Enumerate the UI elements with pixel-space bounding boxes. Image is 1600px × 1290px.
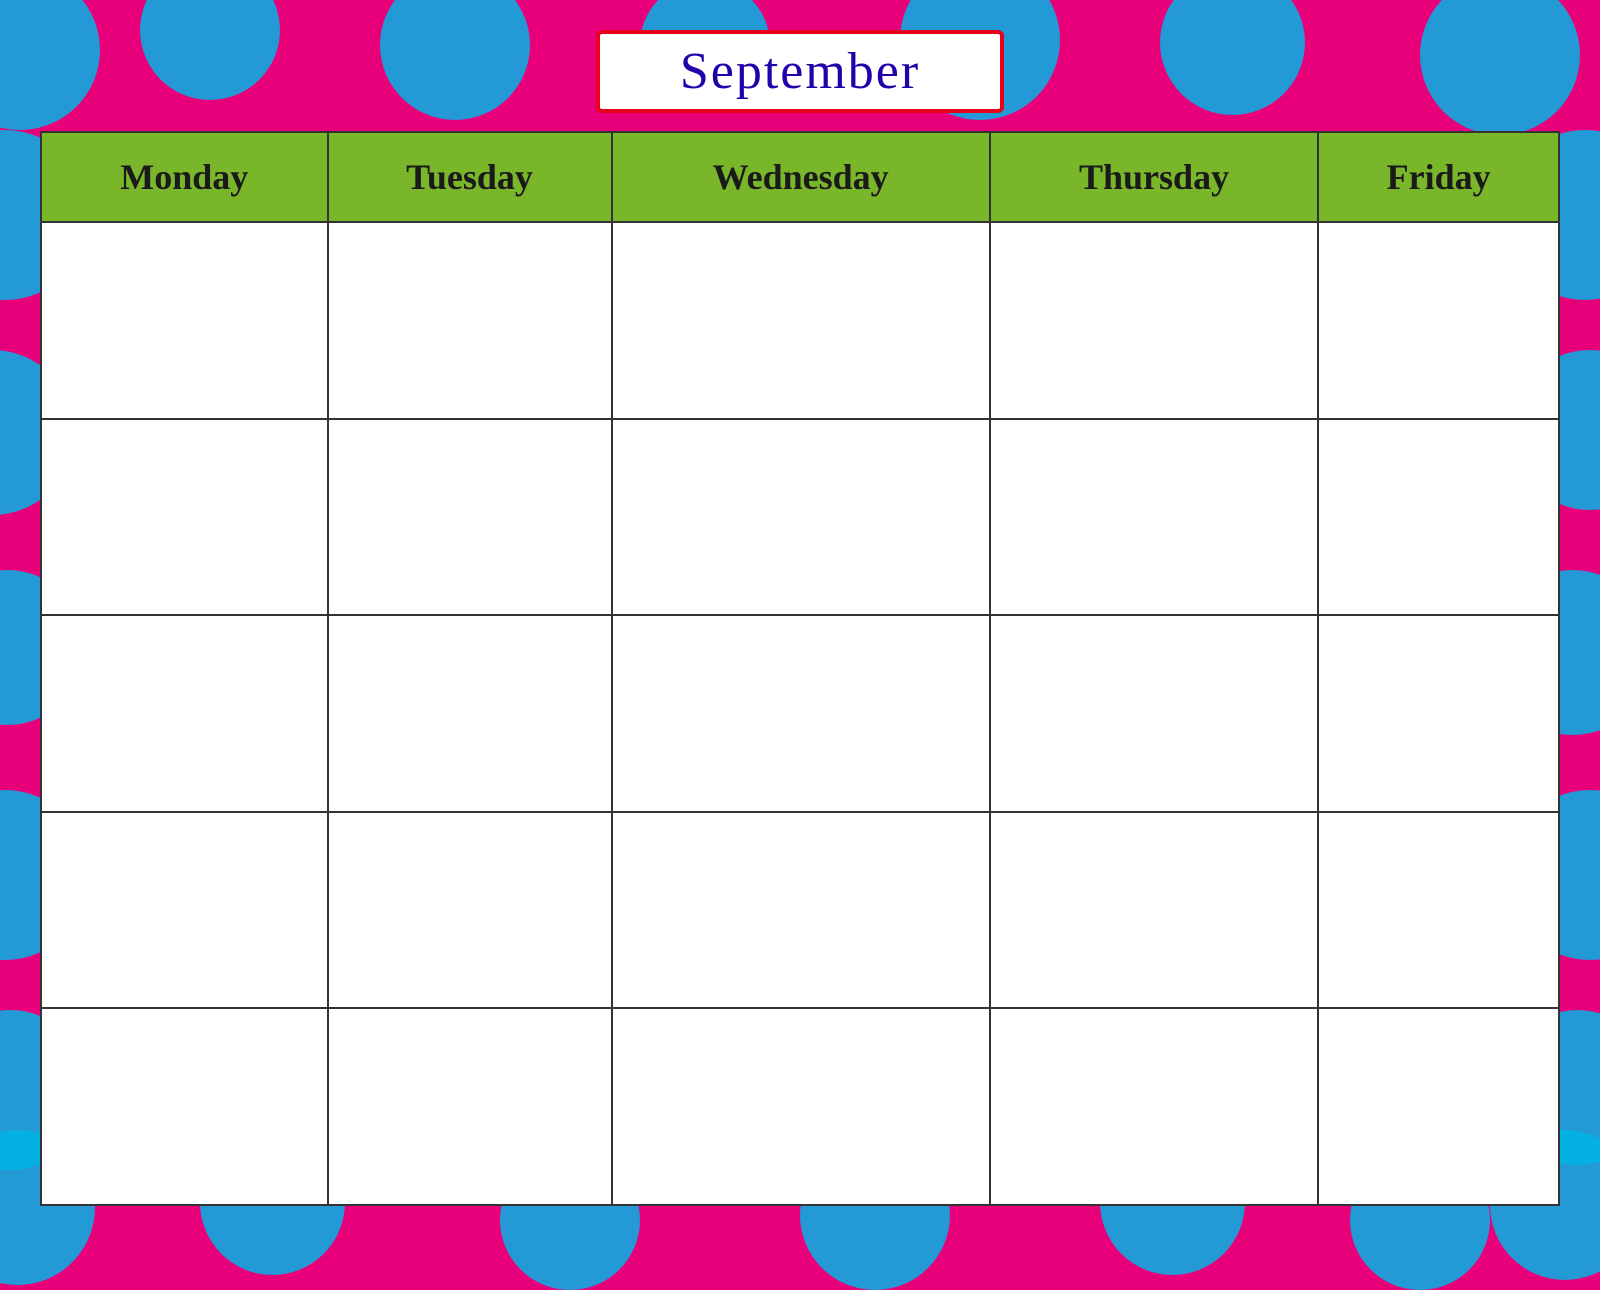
cell-row2-tuesday[interactable] [328, 419, 612, 616]
cell-row5-wednesday[interactable] [612, 1008, 990, 1205]
cell-row4-friday[interactable] [1318, 812, 1559, 1009]
month-title-container: September [596, 30, 1004, 113]
cell-row3-wednesday[interactable] [612, 615, 990, 812]
cell-row5-monday[interactable] [41, 1008, 328, 1205]
calendar-row [41, 615, 1559, 812]
cell-row4-thursday[interactable] [990, 812, 1319, 1009]
cell-row3-monday[interactable] [41, 615, 328, 812]
header-thursday: Thursday [990, 132, 1319, 222]
cell-row3-tuesday[interactable] [328, 615, 612, 812]
calendar-header-row: Monday Tuesday Wednesday Thursday Friday [41, 132, 1559, 222]
calendar-row [41, 419, 1559, 616]
cell-row1-wednesday[interactable] [612, 222, 990, 419]
cell-row3-thursday[interactable] [990, 615, 1319, 812]
cell-row1-monday[interactable] [41, 222, 328, 419]
cell-row4-wednesday[interactable] [612, 812, 990, 1009]
cell-row5-tuesday[interactable] [328, 1008, 612, 1205]
month-title: September [680, 43, 920, 100]
cell-row3-friday[interactable] [1318, 615, 1559, 812]
cell-row4-tuesday[interactable] [328, 812, 612, 1009]
cell-row1-tuesday[interactable] [328, 222, 612, 419]
cell-row4-monday[interactable] [41, 812, 328, 1009]
cell-row5-friday[interactable] [1318, 1008, 1559, 1205]
cell-row2-thursday[interactable] [990, 419, 1319, 616]
calendar-grid: Monday Tuesday Wednesday Thursday Friday [40, 131, 1560, 1206]
cell-row1-friday[interactable] [1318, 222, 1559, 419]
header-monday: Monday [41, 132, 328, 222]
cell-row2-monday[interactable] [41, 419, 328, 616]
header-friday: Friday [1318, 132, 1559, 222]
cell-row1-thursday[interactable] [990, 222, 1319, 419]
header-tuesday: Tuesday [328, 132, 612, 222]
cell-row2-wednesday[interactable] [612, 419, 990, 616]
calendar-row [41, 222, 1559, 419]
cell-row2-friday[interactable] [1318, 419, 1559, 616]
header-wednesday: Wednesday [612, 132, 990, 222]
calendar-wrapper: September Monday Tuesday Wednesday Thurs… [40, 30, 1560, 1206]
cell-row5-thursday[interactable] [990, 1008, 1319, 1205]
calendar-row [41, 1008, 1559, 1205]
calendar-row [41, 812, 1559, 1009]
